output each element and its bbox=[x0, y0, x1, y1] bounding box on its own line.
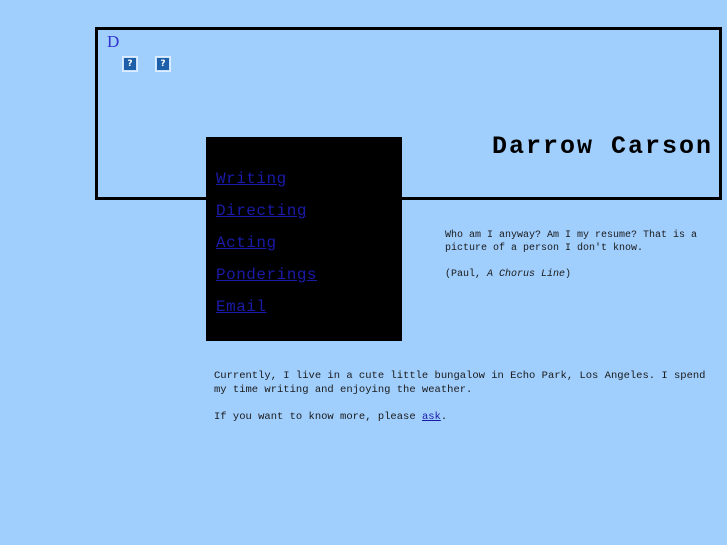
nav-item-email: Email bbox=[216, 298, 317, 316]
nav-item-writing: Writing bbox=[216, 170, 317, 188]
nav-item-acting: Acting bbox=[216, 234, 317, 252]
nav-item-directing: Directing bbox=[216, 202, 317, 220]
quote-text: Who am I anyway? Am I my resume? That is… bbox=[445, 230, 698, 254]
nav-link-email[interactable]: Email bbox=[216, 298, 267, 316]
broken-image-icon[interactable]: ? bbox=[155, 56, 171, 72]
banner-initial-letter: D bbox=[107, 32, 120, 51]
quote-block: Who am I anyway? Am I my resume? That is… bbox=[445, 229, 705, 281]
nav-link-acting[interactable]: Acting bbox=[216, 234, 277, 252]
contact-text-before: If you want to know more, please bbox=[214, 411, 422, 423]
navigation-panel: Writing Directing Acting Ponderings Emai… bbox=[206, 137, 402, 341]
question-mark-glyph: ? bbox=[157, 58, 169, 70]
nav-link-writing[interactable]: Writing bbox=[216, 170, 287, 188]
quote-attribution-work: A Chorus Line bbox=[487, 269, 566, 280]
banner-frame: D ? ? Darrow Carson bbox=[95, 27, 722, 200]
page-title: Darrow Carson bbox=[491, 132, 713, 161]
quote-attribution-suffix: ) bbox=[565, 269, 572, 280]
ask-link[interactable]: ask bbox=[422, 411, 441, 423]
quote-attribution: (Paul, A Chorus Line) bbox=[445, 268, 705, 281]
body-paragraph-location: Currently, I live in a cute little bunga… bbox=[214, 370, 706, 396]
broken-image-icon[interactable]: ? bbox=[122, 56, 138, 72]
quote-attribution-prefix: (Paul, bbox=[445, 269, 488, 280]
contact-text-after: . bbox=[440, 411, 448, 423]
question-mark-glyph: ? bbox=[124, 58, 136, 70]
nav-item-ponderings: Ponderings bbox=[216, 266, 317, 284]
page-root: D ? ? Darrow Carson Writing Directing Ac… bbox=[0, 0, 727, 545]
nav-link-directing[interactable]: Directing bbox=[216, 202, 307, 220]
navigation-list: Writing Directing Acting Ponderings Emai… bbox=[216, 170, 317, 330]
body-copy: Currently, I live in a cute little bunga… bbox=[214, 369, 714, 424]
body-paragraph-contact: If you want to know more, please ask. bbox=[214, 410, 714, 424]
nav-link-ponderings[interactable]: Ponderings bbox=[216, 266, 317, 284]
banner-icon-row: ? ? bbox=[122, 56, 171, 72]
